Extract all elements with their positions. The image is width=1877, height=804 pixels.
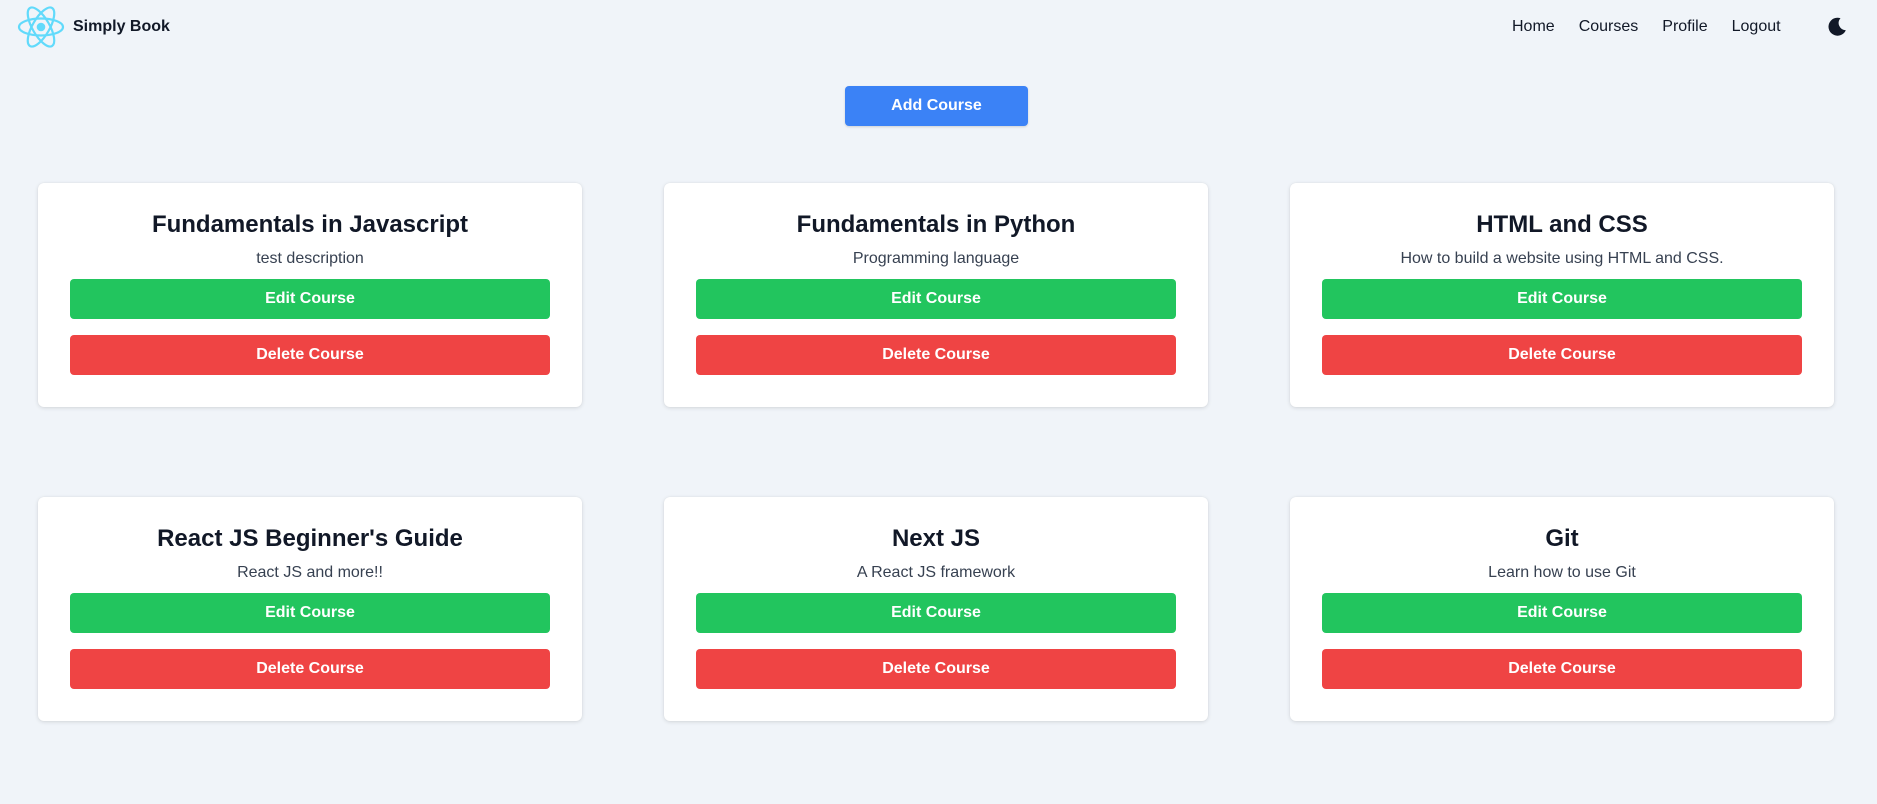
course-description: How to build a website using HTML and CS… bbox=[1400, 250, 1724, 267]
edit-course-button[interactable]: Edit Course bbox=[1322, 593, 1802, 633]
course-title: Fundamentals in Javascript bbox=[151, 211, 469, 238]
course-title: React JS Beginner's Guide bbox=[157, 525, 463, 552]
edit-course-button[interactable]: Edit Course bbox=[70, 279, 550, 319]
delete-course-button[interactable]: Delete Course bbox=[1322, 335, 1802, 375]
edit-course-button[interactable]: Edit Course bbox=[1322, 279, 1802, 319]
brand-name: Simply Book bbox=[73, 18, 170, 35]
course-title: Next JS bbox=[891, 525, 981, 552]
brand-link[interactable]: Simply Book bbox=[17, 4, 170, 50]
edit-course-button[interactable]: Edit Course bbox=[70, 593, 550, 633]
course-description: Programming language bbox=[852, 250, 1020, 267]
delete-course-button[interactable]: Delete Course bbox=[696, 649, 1176, 689]
edit-course-button[interactable]: Edit Course bbox=[696, 593, 1176, 633]
course-description: test description bbox=[256, 250, 364, 267]
course-description: A React JS framework bbox=[856, 564, 1016, 581]
course-card: HTML and CSS How to build a website usin… bbox=[1290, 183, 1834, 407]
nav-links: Home Courses Profile Logout bbox=[1512, 15, 1805, 39]
nav-courses-link[interactable]: Courses bbox=[1579, 15, 1639, 39]
course-description: Learn how to use Git bbox=[1488, 564, 1636, 581]
course-card: Git Learn how to use Git Edit Course Del… bbox=[1290, 497, 1834, 721]
moon-icon[interactable] bbox=[1826, 16, 1848, 38]
course-title: Fundamentals in Python bbox=[796, 211, 1076, 238]
course-card: Fundamentals in Python Programming langu… bbox=[664, 183, 1208, 407]
delete-course-button[interactable]: Delete Course bbox=[70, 335, 550, 375]
course-card: React JS Beginner's Guide React JS and m… bbox=[38, 497, 582, 721]
course-title: Git bbox=[1545, 525, 1579, 552]
delete-course-button[interactable]: Delete Course bbox=[696, 335, 1176, 375]
react-logo-icon bbox=[17, 6, 65, 48]
course-title: HTML and CSS bbox=[1476, 211, 1648, 238]
delete-course-button[interactable]: Delete Course bbox=[1322, 649, 1802, 689]
nav-logout-link[interactable]: Logout bbox=[1732, 15, 1781, 39]
edit-course-button[interactable]: Edit Course bbox=[696, 279, 1176, 319]
nav-home-link[interactable]: Home bbox=[1512, 15, 1555, 39]
course-card: Fundamentals in Javascript test descript… bbox=[38, 183, 582, 407]
nav-profile-link[interactable]: Profile bbox=[1662, 15, 1707, 39]
add-course-button[interactable]: Add Course bbox=[845, 86, 1028, 126]
delete-course-button[interactable]: Delete Course bbox=[70, 649, 550, 689]
course-description: React JS and more!! bbox=[237, 564, 383, 581]
navbar: Simply Book Home Courses Profile Logout bbox=[0, 0, 1877, 54]
course-card: Next JS A React JS framework Edit Course… bbox=[664, 497, 1208, 721]
